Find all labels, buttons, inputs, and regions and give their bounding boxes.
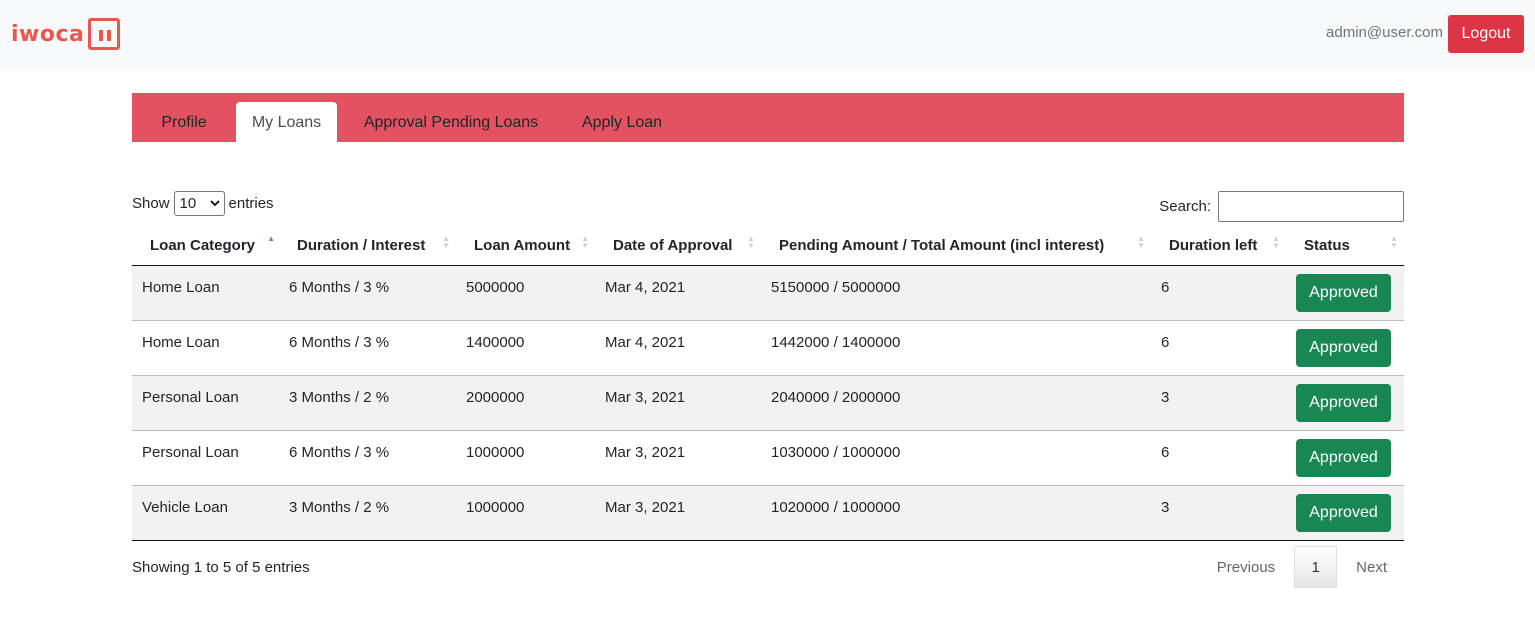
cell-loan-amount: 2000000	[456, 375, 595, 431]
logout-button[interactable]: Logout	[1448, 15, 1524, 53]
sort-icon: ▲ ▼	[1272, 234, 1280, 250]
table-row: Vehicle Loan 3 Months / 2 % 1000000 Mar …	[132, 485, 1404, 541]
cell-pending-amount: 1020000 / 1000000	[761, 485, 1151, 541]
cell-date-of-approval: Mar 4, 2021	[595, 320, 761, 376]
cell-date-of-approval: Mar 3, 2021	[595, 375, 761, 431]
table-row: Home Loan 6 Months / 3 % 5000000 Mar 4, …	[132, 265, 1404, 321]
cell-duration-interest: 6 Months / 3 %	[279, 320, 456, 376]
table-row: Personal Loan 6 Months / 3 % 1000000 Mar…	[132, 430, 1404, 486]
show-label: Show	[132, 195, 170, 212]
page-length-select[interactable]: 10	[173, 191, 225, 216]
cell-duration-interest: 3 Months / 2 %	[279, 375, 456, 431]
cell-loan-amount: 1000000	[456, 485, 595, 541]
status-approved-button[interactable]: Approved	[1296, 328, 1391, 367]
cell-duration-left: 3	[1151, 375, 1286, 431]
cell-pending-amount: 1030000 / 1000000	[761, 430, 1151, 486]
cell-status: Approved	[1286, 320, 1404, 376]
page-1-button[interactable]: 1	[1294, 546, 1338, 588]
column-header-duration-interest[interactable]: Duration / Interest ▲ ▼	[279, 226, 456, 266]
column-header-pending-amount[interactable]: Pending Amount / Total Amount (incl inte…	[761, 226, 1151, 266]
cell-loan-category: Vehicle Loan	[132, 485, 279, 541]
sort-icon: ▲ ▼	[747, 234, 755, 250]
search-label: Search:	[1159, 198, 1211, 215]
cell-status: Approved	[1286, 265, 1404, 321]
tab-profile[interactable]: Profile	[146, 102, 222, 142]
column-header-status[interactable]: Status ▲ ▼	[1286, 226, 1404, 266]
cell-pending-amount: 5150000 / 5000000	[761, 265, 1151, 321]
sort-icon: ▲ ▼	[1137, 234, 1145, 250]
status-approved-button[interactable]: Approved	[1296, 383, 1391, 422]
table-info: Showing 1 to 5 of 5 entries	[132, 559, 310, 576]
column-header-loan-category[interactable]: Loan Category ▲	[132, 226, 279, 266]
status-approved-button[interactable]: Approved	[1296, 493, 1391, 532]
cell-duration-interest: 6 Months / 3 %	[279, 265, 456, 321]
table-header-row: Loan Category ▲ Duration / Interest ▲ ▼ Loa…	[132, 226, 1404, 266]
tab-my-loans[interactable]: My Loans	[236, 102, 337, 142]
cell-status: Approved	[1286, 485, 1404, 541]
loans-table: Loan Category ▲ Duration / Interest ▲ ▼ Loa…	[132, 226, 1404, 541]
sort-icon: ▲ ▼	[442, 234, 450, 250]
cell-loan-amount: 1000000	[456, 430, 595, 486]
table-row: Home Loan 6 Months / 3 % 1400000 Mar 4, …	[132, 320, 1404, 376]
tab-apply-loan[interactable]: Apply Loan	[567, 102, 677, 142]
chevron-down-icon	[209, 200, 220, 207]
cell-loan-category: Personal Loan	[132, 430, 279, 486]
cell-duration-interest: 3 Months / 2 %	[279, 485, 456, 541]
cell-duration-left: 6	[1151, 320, 1286, 376]
sort-icon: ▲ ▼	[581, 234, 589, 250]
cell-duration-left: 6	[1151, 265, 1286, 321]
logo-mark-icon	[88, 18, 121, 50]
cell-pending-amount: 2040000 / 2000000	[761, 375, 1151, 431]
cell-pending-amount: 1442000 / 1400000	[761, 320, 1151, 376]
cell-loan-amount: 5000000	[456, 265, 595, 321]
cell-loan-amount: 1400000	[456, 320, 595, 376]
column-header-duration-left[interactable]: Duration left ▲ ▼	[1151, 226, 1286, 266]
cell-date-of-approval: Mar 3, 2021	[595, 430, 761, 486]
table-row: Personal Loan 3 Months / 2 % 2000000 Mar…	[132, 375, 1404, 431]
entries-label: entries	[228, 195, 274, 212]
page-length-control: Show 10 entries	[132, 191, 274, 216]
cell-status: Approved	[1286, 430, 1404, 486]
page-length-value: 10	[179, 195, 197, 212]
cell-loan-category: Home Loan	[132, 320, 279, 376]
brand-name: iwoca	[11, 21, 85, 47]
next-page-button[interactable]: Next	[1337, 559, 1404, 576]
top-navbar: iwoca admin@user.com Logout	[0, 0, 1535, 70]
brand-logo[interactable]: iwoca	[11, 17, 121, 51]
tab-approval-pending-loans[interactable]: Approval Pending Loans	[351, 102, 551, 142]
cell-duration-left: 3	[1151, 485, 1286, 541]
sort-asc-icon: ▲	[267, 234, 275, 243]
cell-loan-category: Home Loan	[132, 265, 279, 321]
search-input[interactable]	[1218, 191, 1404, 222]
table-search: Search:	[1159, 191, 1404, 222]
status-approved-button[interactable]: Approved	[1296, 273, 1391, 312]
cell-loan-category: Personal Loan	[132, 375, 279, 431]
tab-bar: Profile My Loans Approval Pending Loans …	[132, 93, 1404, 142]
status-approved-button[interactable]: Approved	[1296, 438, 1391, 477]
user-email: admin@user.com	[1326, 24, 1443, 41]
cell-date-of-approval: Mar 3, 2021	[595, 485, 761, 541]
sort-icon: ▲ ▼	[1390, 234, 1398, 250]
cell-status: Approved	[1286, 375, 1404, 431]
pagination: Previous 1 Next	[1198, 546, 1404, 588]
cell-duration-interest: 6 Months / 3 %	[279, 430, 456, 486]
column-header-date-of-approval[interactable]: Date of Approval ▲ ▼	[595, 226, 761, 266]
cell-duration-left: 6	[1151, 430, 1286, 486]
column-header-loan-amount[interactable]: Loan Amount ▲ ▼	[456, 226, 595, 266]
cell-date-of-approval: Mar 4, 2021	[595, 265, 761, 321]
previous-page-button[interactable]: Previous	[1198, 559, 1294, 576]
